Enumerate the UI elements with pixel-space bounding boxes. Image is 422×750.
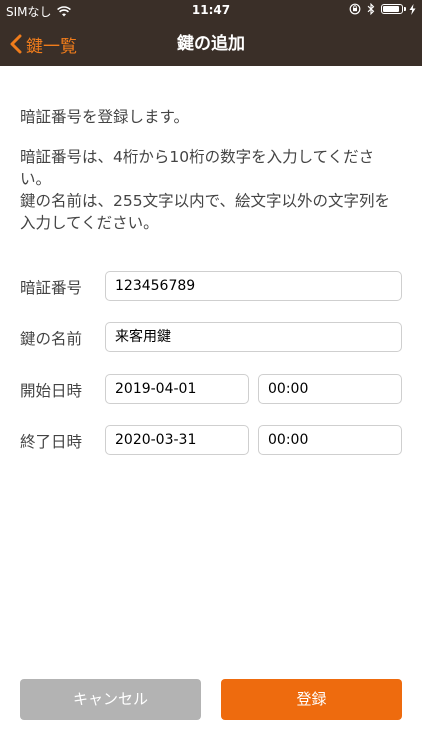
start-datetime-label: 開始日時	[20, 382, 83, 400]
pin-instruction: 暗証番号は、4桁から10桁の数字を入力してください。	[20, 148, 375, 188]
intro-text: 暗証番号を登録します。	[20, 108, 189, 126]
charging-bolt-icon	[409, 3, 416, 15]
pin-field[interactable]: 123456789	[105, 271, 402, 301]
page-title: 鍵の追加	[177, 34, 245, 54]
end-datetime-label: 終了日時	[20, 433, 83, 451]
start-date-field[interactable]: 2019-04-01	[105, 374, 249, 404]
bluetooth-icon	[367, 3, 375, 15]
battery-icon	[381, 4, 406, 14]
register-button[interactable]: 登録	[221, 679, 402, 720]
status-right	[349, 3, 416, 15]
status-bar: SIMなし 11:47	[0, 0, 422, 22]
key-name-field[interactable]: 来客用鍵	[105, 322, 402, 352]
end-time-field[interactable]: 00:00	[258, 425, 402, 455]
orientation-lock-icon	[349, 3, 361, 15]
cancel-button[interactable]: キャンセル	[20, 679, 201, 720]
start-time-field[interactable]: 00:00	[258, 374, 402, 404]
pin-label: 暗証番号	[20, 279, 83, 297]
name-instruction: 鍵の名前は、255文字以内で、絵文字以外の文字列を入力してください。	[20, 192, 390, 232]
navigation-bar: 鍵一覧 鍵の追加	[0, 22, 422, 66]
end-date-field[interactable]: 2020-03-31	[105, 425, 249, 455]
instructions-text: 暗証番号は、4桁から10桁の数字を入力してください。 鍵の名前は、255文字以内…	[20, 146, 405, 234]
key-name-label: 鍵の名前	[20, 330, 83, 348]
